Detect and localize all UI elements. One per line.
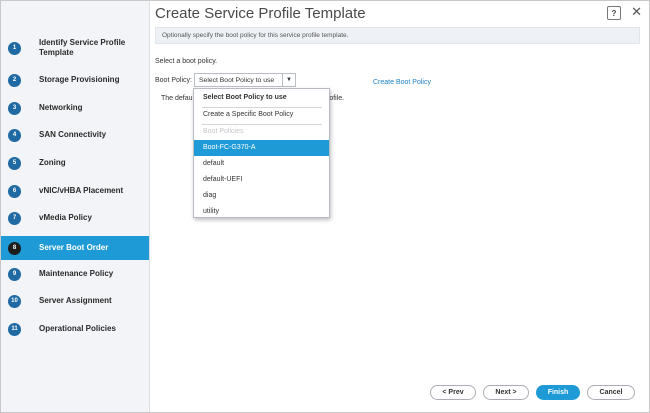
step-number: 8 [8,241,21,255]
dropdown-group-header: Boot Policies [203,128,244,135]
step-number: 1 [8,41,21,55]
step-maintenance-policy[interactable]: 9 Maintenance Policy [1,262,149,286]
close-icon[interactable]: ✕ [631,4,642,20]
finish-button[interactable]: Finish [536,385,580,400]
step-operational-policies[interactable]: 11 Operational Policies [1,317,149,341]
step-number: 3 [8,101,21,115]
step-number: 6 [8,184,21,198]
default-policy-text: The defau [161,95,193,102]
step-label: Storage Provisioning [39,75,120,84]
step-vnic-vhba-placement[interactable]: 6 vNIC/vHBA Placement [1,179,149,203]
cancel-button[interactable]: Cancel [587,385,635,400]
step-number: 2 [8,73,21,87]
dropdown-option[interactable]: utility [194,204,329,220]
wizard-sidebar: 1 Identify Service Profile Template 2 St… [1,1,150,412]
boot-policy-select[interactable]: Select Boot Policy to use ▼ [194,73,296,87]
step-vmedia-policy[interactable]: 7 vMedia Policy [1,206,149,230]
step-storage-provisioning[interactable]: 2 Storage Provisioning [1,68,149,92]
step-label: Networking [39,103,83,112]
next-button[interactable]: Next > [483,385,529,400]
boot-policy-select-value: Select Boot Policy to use [199,77,275,84]
step-number: 9 [8,267,21,281]
boot-policy-label: Boot Policy: [155,77,192,84]
step-zoning[interactable]: 5 Zoning [1,151,149,175]
boot-policy-dropdown: Select Boot Policy to use Create a Speci… [193,88,330,218]
info-banner: Optionally specify the boot policy for t… [155,27,640,44]
step-number: 7 [8,211,21,225]
step-san-connectivity[interactable]: 4 SAN Connectivity [1,123,149,147]
main-panel: Create Service Profile Template ? ✕ Opti… [150,1,649,412]
step-server-boot-order[interactable]: 8 Server Boot Order [1,236,149,260]
dropdown-option[interactable]: default-UEFI [194,172,329,188]
step-networking[interactable]: 3 Networking [1,96,149,120]
step-server-assignment[interactable]: 10 Server Assignment [1,289,149,313]
step-label: vNIC/vHBA Placement [39,186,124,195]
step-number: 5 [8,156,21,170]
create-boot-policy-link[interactable]: Create Boot Policy [373,79,431,86]
dropdown-arrow-icon[interactable]: ▼ [282,74,295,86]
step-label: Operational Policies [39,324,116,333]
step-label: Zoning [39,158,66,167]
dialog-title: Create Service Profile Template [155,5,366,22]
dropdown-option[interactable]: diag [194,188,329,204]
step-label: vMedia Policy [39,213,92,222]
help-icon[interactable]: ? [607,6,621,20]
step-number: 4 [8,128,21,142]
step-number: 11 [8,322,21,336]
dropdown-option[interactable]: Select Boot Policy to use [194,90,329,106]
select-prompt: Select a boot policy. [155,58,218,65]
step-label: SAN Connectivity [39,130,107,139]
dialog-window: 1 Identify Service Profile Template 2 St… [0,0,650,413]
dropdown-option[interactable]: default [194,156,329,172]
step-number: 10 [8,294,21,308]
step-label: Identify Service Profile Template [39,38,126,57]
prev-button[interactable]: < Prev [430,385,476,400]
step-label: Maintenance Policy [39,269,114,278]
step-identify-service-profile-template[interactable]: 1 Identify Service Profile Template [1,35,149,61]
dropdown-option[interactable]: Create a Specific Boot Policy [194,107,329,123]
step-label: Server Assignment [39,296,112,305]
step-label: Server Boot Order [39,243,109,252]
dropdown-option-selected[interactable]: Boot-FC-G370-A [194,140,329,156]
